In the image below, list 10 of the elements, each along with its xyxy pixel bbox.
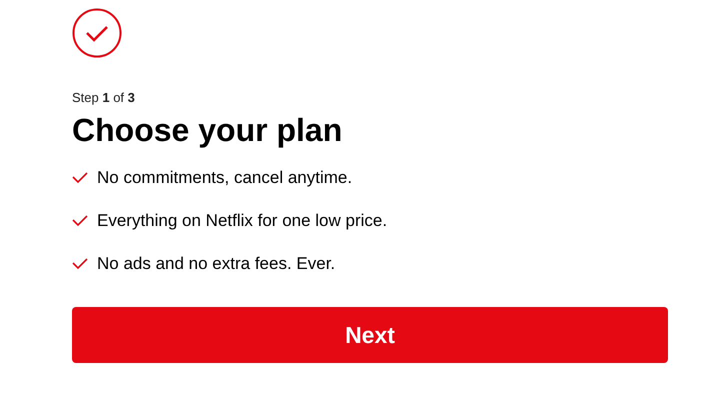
benefit-text: Everything on Netflix for one low price. (97, 210, 388, 232)
next-button[interactable]: Next (72, 307, 668, 363)
page-title: Choose your plan (72, 111, 342, 150)
check-circle-icon (72, 8, 122, 58)
check-icon (72, 214, 88, 226)
benefit-text: No ads and no extra fees. Ever. (97, 253, 336, 275)
check-icon (72, 172, 88, 184)
benefit-text: No commitments, cancel anytime. (97, 167, 352, 189)
check-icon (72, 258, 88, 270)
step-indicator: Step 1 of 3 (72, 90, 135, 105)
